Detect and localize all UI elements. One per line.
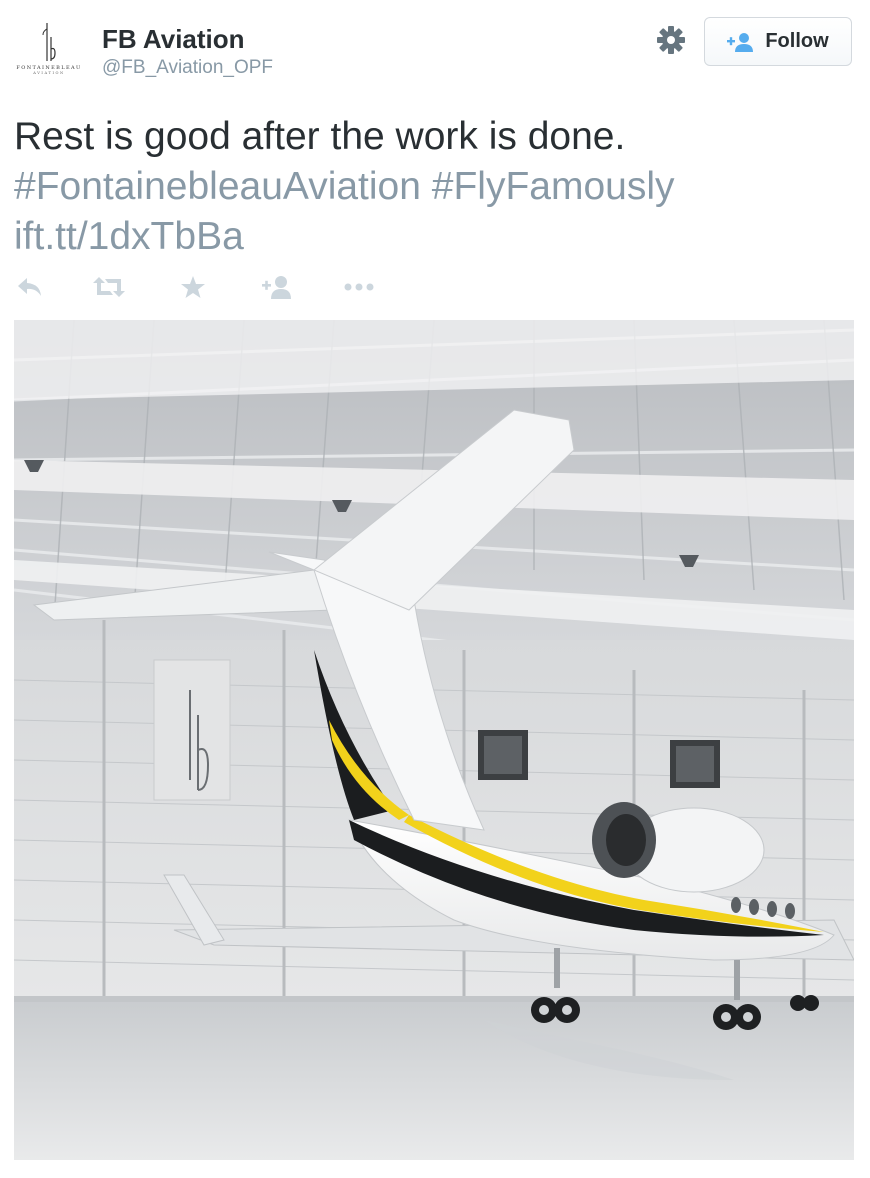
favorite-button[interactable] (180, 272, 206, 302)
hashtag-link[interactable]: #FlyFamously (432, 165, 675, 208)
photo-private-jet-in-hangar (14, 320, 854, 1160)
more-button[interactable] (344, 272, 374, 302)
star-icon (181, 276, 205, 298)
tweet-photo[interactable] (14, 320, 854, 1160)
follow-action-button[interactable] (262, 272, 294, 302)
tweet-text: Rest is good after the work is done. #Fo… (14, 112, 854, 262)
settings-button[interactable] (655, 24, 687, 56)
tweet-url-link[interactable]: ift.tt/1dxTbBa (14, 212, 854, 262)
follow-button-label: Follow (765, 30, 829, 52)
retweet-icon (93, 277, 125, 297)
tweet-actions (0, 272, 870, 302)
tweet-body: Rest is good after the work is done. (14, 115, 626, 158)
avatar-sub-text: AVIATION (33, 71, 65, 75)
fontainebleau-logo-icon (42, 23, 56, 61)
reply-button[interactable] (16, 272, 44, 302)
reply-icon (18, 278, 41, 296)
hashtag-link[interactable]: #FontainebleauAviation (14, 165, 421, 208)
more-dots-icon (344, 283, 374, 291)
add-user-icon (262, 276, 291, 299)
author-name[interactable]: FB Aviation (102, 24, 245, 55)
gear-icon (657, 26, 685, 54)
avatar[interactable]: FONTAINEBLEAU AVIATION (16, 16, 82, 82)
retweet-button[interactable] (92, 272, 126, 302)
add-user-icon (727, 32, 754, 52)
author-handle[interactable]: @FB_Aviation_OPF (102, 57, 273, 79)
follow-button[interactable]: Follow (704, 17, 852, 66)
